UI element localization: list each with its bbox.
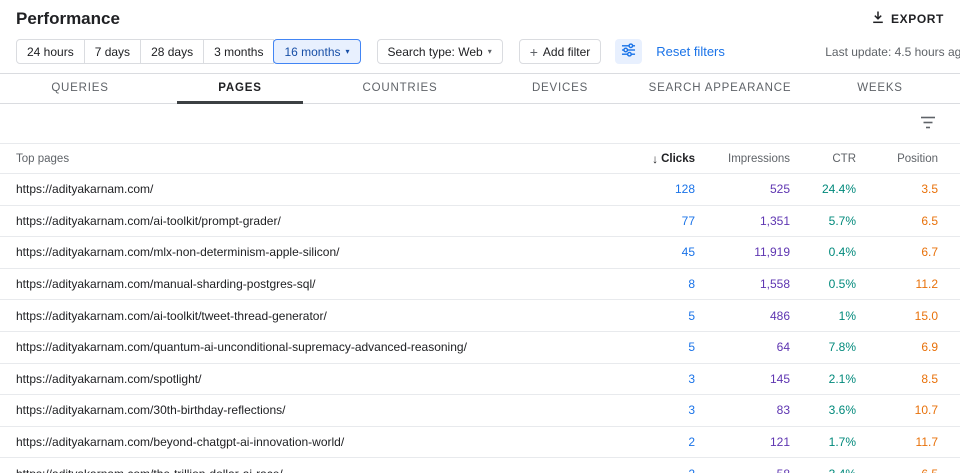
clicks-value: 128 (674, 182, 695, 197)
impressions-value: 58 (695, 467, 790, 473)
impressions-value: 121 (769, 435, 790, 450)
tab-search-appearance[interactable]: SEARCH APPEARANCE (640, 74, 800, 103)
page-url[interactable]: https://adityakarnam.com/30th-birthday-r… (16, 403, 585, 417)
table-row[interactable]: https://adityakarnam.com/spotlight/ 3 14… (0, 363, 960, 396)
clicks-value: 2 (688, 435, 695, 450)
filter-bar: 24 hours 7 days 28 days 3 months 16 mont… (0, 37, 960, 74)
position-value: 11.7 (915, 435, 938, 450)
plus-icon: + (529, 43, 538, 60)
ctr-value: 2.1% (828, 371, 856, 386)
impressions-value: 145 (769, 371, 790, 386)
impressions-value: 64 (776, 340, 790, 355)
date-chip-28-days[interactable]: 28 days (140, 39, 205, 64)
impressions-value: 1,558 (759, 277, 790, 292)
impressions-value: 525 (769, 182, 790, 197)
table-toolbar (0, 104, 960, 144)
tab-devices[interactable]: DEVICES (480, 74, 640, 103)
download-icon (871, 10, 885, 27)
page-url[interactable]: https://adityakarnam.com/manual-sharding… (16, 277, 585, 291)
tab-countries[interactable]: COUNTRIES (320, 74, 480, 103)
ctr-value: 24.4% (821, 182, 856, 197)
clicks-value: 5 (688, 340, 695, 355)
impressions-value: 83 (776, 403, 790, 418)
ctr-value: 0.5% (828, 277, 856, 292)
ctr-value: 5.7% (828, 213, 856, 228)
ctr-value: 1% (838, 308, 856, 323)
date-chip-7-days[interactable]: 7 days (83, 39, 142, 64)
date-chip-16-months[interactable]: 16 months ▾ (273, 39, 361, 64)
table-row[interactable]: https://adityakarnam.com/ 128 525 24.4% … (0, 174, 960, 206)
table-header: Top pages ↓ Clicks Impressions CTR Posit… (0, 144, 960, 174)
clicks-value: 2 (585, 467, 695, 473)
page-url[interactable]: https://adityakarnam.com/beyond-chatgpt-… (16, 435, 585, 449)
table-row[interactable]: https://adityakarnam.com/beyond-chatgpt-… (0, 426, 960, 459)
position-value: 6.9 (921, 340, 938, 355)
header-ctr[interactable]: CTR (790, 153, 856, 165)
table-row[interactable]: https://adityakarnam.com/manual-sharding… (0, 268, 960, 301)
date-chip-24-hours[interactable]: 24 hours (16, 39, 85, 64)
chevron-down-icon: ▾ (487, 46, 492, 56)
clicks-value: 8 (688, 277, 695, 292)
position-value: 15.0 (914, 308, 938, 323)
sort-desc-icon: ↓ (652, 151, 659, 166)
page-title: Performance (16, 8, 120, 28)
page-url[interactable]: https://adityakarnam.com/ai-toolkit/prom… (16, 214, 585, 228)
tab-queries[interactable]: QUERIES (0, 74, 160, 103)
table-row[interactable]: https://adityakarnam.com/mlx-non-determi… (0, 237, 960, 269)
header-clicks[interactable]: ↓ Clicks (585, 152, 695, 166)
header-top-pages[interactable]: Top pages (16, 153, 585, 165)
header-impressions[interactable]: Impressions (695, 153, 790, 165)
dimension-tabs: QUERIES PAGES COUNTRIES DEVICES SEARCH A… (0, 74, 960, 104)
compare-filters-button[interactable] (615, 39, 643, 64)
table-row[interactable]: https://adityakarnam.com/ai-toolkit/twee… (0, 300, 960, 332)
reset-filters-link[interactable]: Reset filters (656, 44, 725, 59)
position-value: 8.5 (921, 371, 938, 386)
table-row[interactable]: https://adityakarnam.com/ai-toolkit/prom… (0, 205, 960, 238)
table-body: https://adityakarnam.com/ 128 525 24.4% … (0, 174, 960, 473)
position-value: 6.5 (921, 213, 938, 228)
clicks-value: 5 (688, 308, 695, 323)
clicks-value: 45 (681, 245, 695, 260)
tab-pages[interactable]: PAGES (160, 74, 320, 103)
page-url[interactable]: https://adityakarnam.com/the-trillion-do… (16, 467, 585, 473)
ctr-value: 7.8% (828, 340, 856, 355)
export-button[interactable]: EXPORT (871, 10, 944, 27)
position-value: 11.2 (915, 277, 938, 292)
tab-weeks[interactable]: WEEKS (800, 74, 960, 103)
page-url[interactable]: https://adityakarnam.com/mlx-non-determi… (16, 245, 585, 259)
table-row[interactable]: https://adityakarnam.com/30th-birthday-r… (0, 395, 960, 427)
ctr-value: 0.4% (828, 245, 856, 260)
date-range-group: 24 hours 7 days 28 days 3 months 16 mont… (16, 39, 361, 64)
page-url[interactable]: https://adityakarnam.com/spotlight/ (16, 372, 585, 386)
table-row[interactable]: https://adityakarnam.com/quantum-ai-unco… (0, 331, 960, 364)
impressions-value: 11,919 (754, 245, 790, 260)
position-value: 6.5 (856, 467, 938, 473)
ctr-value: 1.7% (828, 435, 856, 450)
filter-table-button[interactable] (920, 116, 936, 132)
add-filter-chip[interactable]: + Add filter (518, 39, 602, 64)
filter-list-icon (920, 116, 936, 132)
page-url[interactable]: https://adityakarnam.com/ai-toolkit/twee… (16, 309, 585, 323)
search-type-chip[interactable]: Search type: Web ▾ (376, 39, 503, 64)
ctr-value: 3.4% (790, 467, 856, 473)
position-value: 6.7 (921, 245, 938, 260)
chevron-down-icon: ▾ (345, 46, 350, 56)
page-url[interactable]: https://adityakarnam.com/ (16, 182, 585, 196)
tune-sliders-icon (621, 43, 636, 60)
position-value: 3.5 (921, 182, 938, 197)
export-label: EXPORT (891, 11, 944, 26)
clicks-value: 77 (681, 213, 695, 228)
clicks-value: 3 (688, 403, 695, 418)
date-chip-3-months[interactable]: 3 months (203, 39, 275, 64)
header-position[interactable]: Position (856, 153, 938, 165)
impressions-value: 1,351 (759, 213, 790, 228)
position-value: 10.7 (914, 403, 938, 418)
ctr-value: 3.6% (828, 403, 856, 418)
last-update-text: Last update: 4.5 hours ago (825, 44, 960, 59)
page-url[interactable]: https://adityakarnam.com/quantum-ai-unco… (16, 340, 585, 354)
table-row[interactable]: https://adityakarnam.com/the-trillion-do… (0, 458, 960, 473)
impressions-value: 486 (769, 308, 790, 323)
clicks-value: 3 (688, 371, 695, 386)
top-bar: Performance EXPORT (0, 0, 960, 37)
